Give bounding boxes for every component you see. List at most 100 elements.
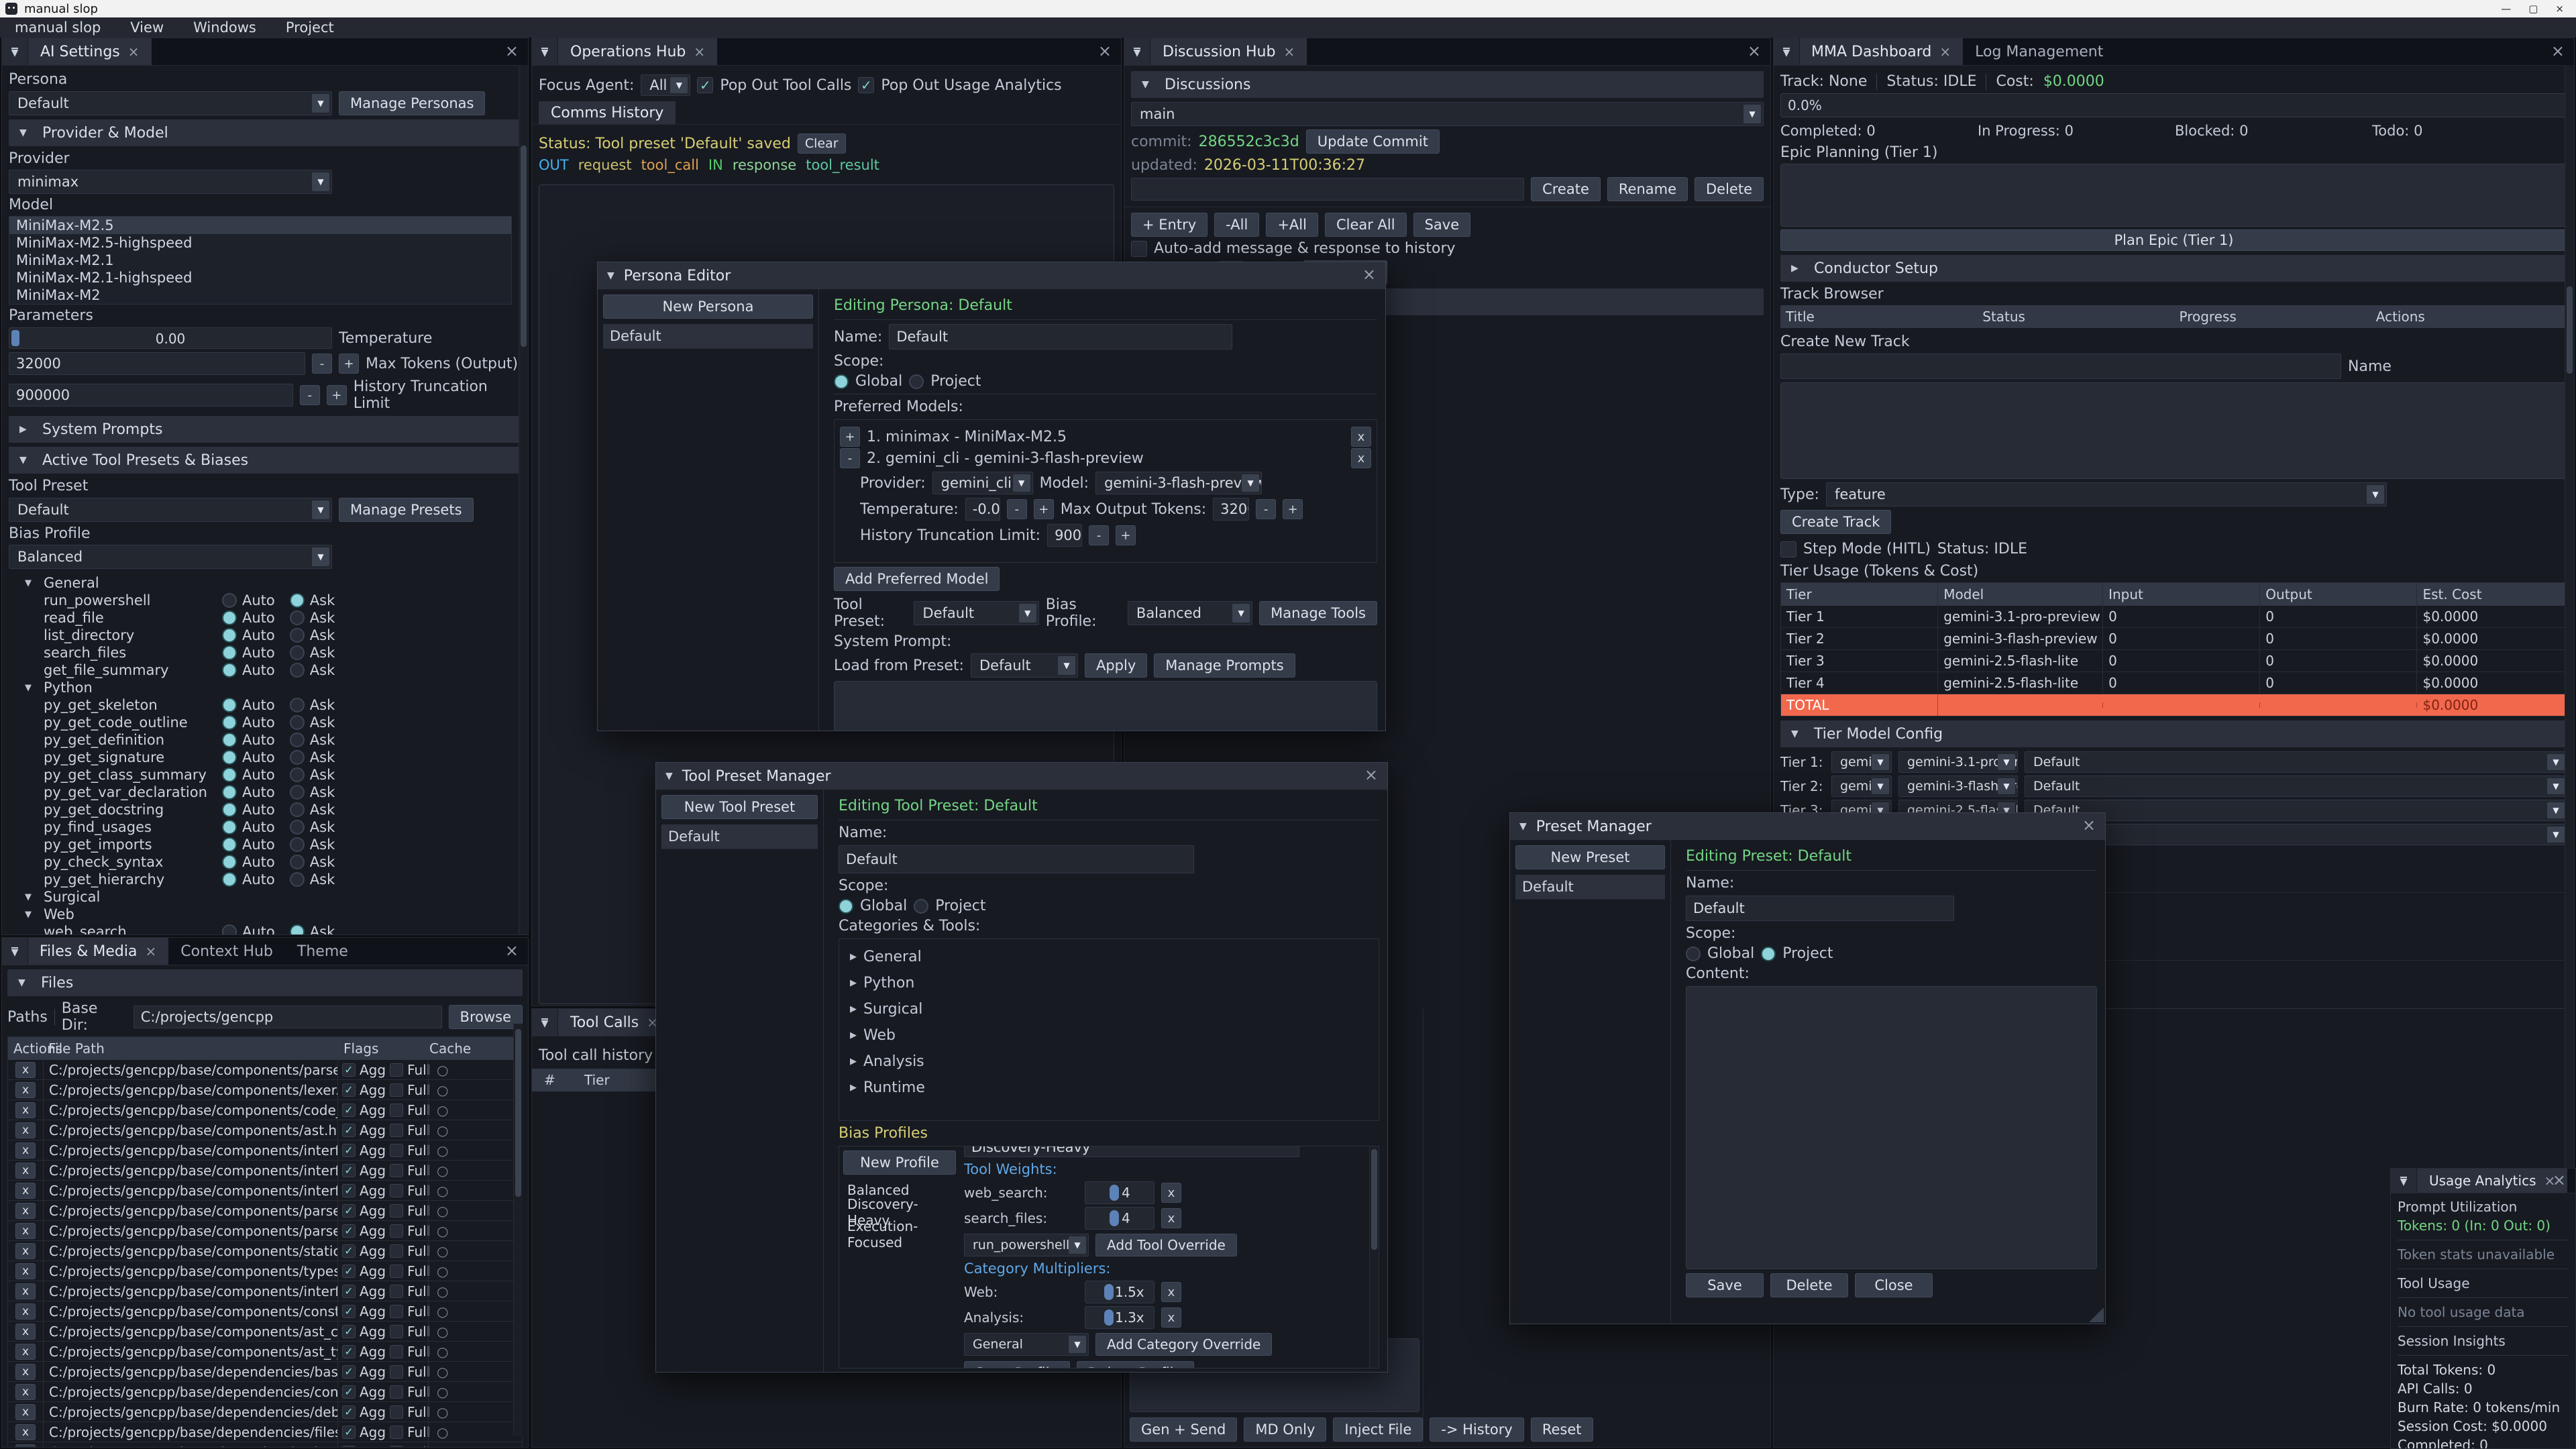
remove-file-button[interactable]: x <box>15 1444 36 1448</box>
preset-content-input[interactable] <box>1686 986 2097 1269</box>
panel-close-icon[interactable]: × <box>2551 43 2565 59</box>
ask-radio[interactable] <box>290 837 305 852</box>
panel-close-icon[interactable]: × <box>505 943 519 959</box>
full-checkbox[interactable] <box>390 1164 403 1177</box>
files-media-tab[interactable]: Context Hub × <box>168 938 285 965</box>
remove-file-button[interactable]: x <box>15 1404 36 1420</box>
model-list-item[interactable]: MiniMax-M2.1-highspeed <box>9 269 511 286</box>
increment-button[interactable]: + <box>1283 499 1303 519</box>
agg-checkbox[interactable]: ✓ <box>342 1204 356 1218</box>
full-checkbox[interactable] <box>390 1204 403 1218</box>
tab-operations-hub[interactable]: Operations Hub × <box>558 38 717 65</box>
composer-action-button[interactable]: -> History <box>1430 1417 1524 1442</box>
ask-radio[interactable] <box>290 698 305 712</box>
reorder-button[interactable]: - <box>840 448 860 468</box>
remove-file-button[interactable]: x <box>15 1203 36 1219</box>
tier-preset-select[interactable]: Default ▼ <box>2025 824 2567 845</box>
discussion-select[interactable]: main ▼ <box>1131 102 1764 126</box>
scrollbar[interactable] <box>1369 1146 1379 1368</box>
weight-slider[interactable]: 4 <box>1085 1181 1155 1204</box>
agg-checkbox[interactable]: ✓ <box>342 1446 356 1448</box>
mma-tab[interactable]: Log Management × <box>1963 38 2115 65</box>
conductor-setup-header[interactable]: ▶ Conductor Setup <box>1780 255 2567 282</box>
auto-radio[interactable] <box>222 733 237 747</box>
new-preset-button[interactable]: New Preset <box>1515 845 1665 869</box>
preset-list-item[interactable]: Default <box>1515 875 1665 900</box>
pm-history-input[interactable]: 900000 <box>1047 524 1082 547</box>
full-checkbox[interactable] <box>390 1365 403 1379</box>
apply-button[interactable]: Apply <box>1085 653 1147 678</box>
resize-grip[interactable] <box>2089 1307 2104 1322</box>
increment-button[interactable]: + <box>327 385 347 405</box>
scope-project-radio[interactable] <box>1761 947 1776 961</box>
ask-radio[interactable] <box>290 872 305 887</box>
auto-radio[interactable] <box>222 924 237 935</box>
decrement-button[interactable]: - <box>1256 499 1276 519</box>
manage-tools-button[interactable]: Manage Tools <box>1259 601 1377 625</box>
new-profile-button[interactable]: New Profile <box>843 1150 956 1175</box>
files-media-tab[interactable]: Theme × <box>285 938 360 965</box>
agg-checkbox[interactable]: ✓ <box>342 1426 356 1439</box>
manage-personas-button[interactable]: Manage Personas <box>339 91 485 115</box>
full-checkbox[interactable] <box>390 1405 403 1419</box>
tier-model-select[interactable]: gemini-3-flash-preview ▼ <box>1898 775 2018 797</box>
ask-radio[interactable] <box>290 610 305 625</box>
remove-file-button[interactable]: x <box>15 1324 36 1340</box>
composer-action-button[interactable]: Inject File <box>1333 1417 1423 1442</box>
model-list-item[interactable]: MiniMax-M2.1 <box>9 252 511 269</box>
ask-radio[interactable] <box>290 628 305 643</box>
dock-menu-icon[interactable]: ▼ <box>532 1009 558 1036</box>
collapse-icon[interactable]: ▼ <box>25 683 38 693</box>
agg-checkbox[interactable]: ✓ <box>342 1305 356 1318</box>
ask-radio[interactable] <box>290 645 305 660</box>
tier-preset-select[interactable]: Default ▼ <box>2025 775 2567 797</box>
max-tokens-input[interactable]: 32000 <box>9 352 305 375</box>
preset-name-input[interactable]: Default <box>1686 896 1954 921</box>
remove-model-button[interactable]: x <box>1351 448 1371 468</box>
ask-radio[interactable] <box>290 820 305 835</box>
category-row[interactable]: ▶ Python <box>850 975 1372 991</box>
agg-checkbox[interactable]: ✓ <box>342 1083 356 1097</box>
plan-epic-button[interactable]: Plan Epic (Tier 1) <box>1780 229 2567 251</box>
ask-radio[interactable] <box>290 663 305 678</box>
clear-status-button[interactable]: Clear <box>798 133 846 154</box>
remove-file-button[interactable]: x <box>15 1142 36 1159</box>
tier-preset-select[interactable]: Default ▼ <box>2025 751 2567 773</box>
remove-file-button[interactable]: x <box>15 1102 36 1118</box>
tier-provider-select[interactable]: gemini ▼ <box>1831 775 1892 797</box>
pe-bias-profile-select[interactable]: Balanced ▼ <box>1128 601 1252 625</box>
system-prompts-header[interactable]: ▶ System Prompts <box>9 416 521 443</box>
remove-file-button[interactable]: x <box>15 1163 36 1179</box>
tool-override-select[interactable]: run_powershell ▼ <box>964 1234 1089 1256</box>
auto-radio[interactable] <box>222 593 237 608</box>
agg-checkbox[interactable]: ✓ <box>342 1063 356 1077</box>
tool-preset-name-input[interactable]: Default <box>839 845 1194 873</box>
agg-checkbox[interactable]: ✓ <box>342 1144 356 1157</box>
auto-radio[interactable] <box>222 715 237 730</box>
pop-out-tool-calls-checkbox[interactable]: ✓ <box>697 77 713 93</box>
full-checkbox[interactable] <box>390 1244 403 1258</box>
remove-override-button[interactable]: x <box>1161 1183 1181 1203</box>
agg-checkbox[interactable]: ✓ <box>342 1345 356 1358</box>
tab-usage-analytics[interactable]: Usage Analytics × <box>2417 1169 2567 1193</box>
auto-radio[interactable] <box>222 855 237 869</box>
full-checkbox[interactable] <box>390 1224 403 1238</box>
scope-global-radio[interactable] <box>839 899 853 914</box>
base-dir-input[interactable]: C:/projects/gencpp <box>133 1006 442 1028</box>
dock-menu-icon[interactable]: ▼ <box>1774 38 1800 65</box>
auto-radio[interactable] <box>222 837 237 852</box>
agg-checkbox[interactable]: ✓ <box>342 1184 356 1197</box>
dialog-close-icon[interactable]: × <box>1362 266 1376 282</box>
auto-radio[interactable] <box>222 767 237 782</box>
full-checkbox[interactable] <box>390 1104 403 1117</box>
discussion-name-input[interactable] <box>1131 178 1524 201</box>
decrement-button[interactable]: - <box>312 354 332 374</box>
menu-item[interactable]: Project <box>271 19 349 36</box>
full-checkbox[interactable] <box>390 1184 403 1197</box>
category-row[interactable]: ▶ Surgical <box>850 1001 1372 1018</box>
epic-planning-input[interactable] <box>1780 164 2567 227</box>
menu-item[interactable]: manual slop <box>0 19 115 36</box>
full-checkbox[interactable] <box>390 1285 403 1298</box>
remove-file-button[interactable]: x <box>15 1344 36 1360</box>
scope-global-radio[interactable] <box>834 374 849 389</box>
